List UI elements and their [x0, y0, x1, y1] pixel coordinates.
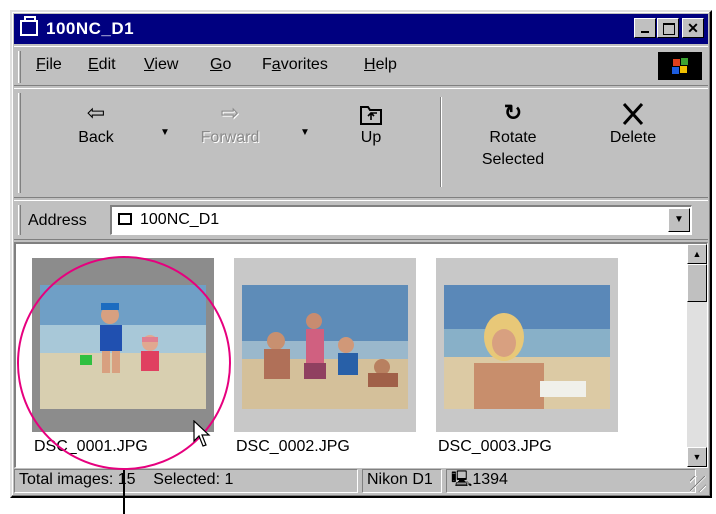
rotate-icon: ↻: [503, 100, 523, 125]
window-title: 100NC_D1: [46, 19, 135, 38]
x-delete-icon: [600, 99, 666, 127]
resize-grip[interactable]: [690, 476, 706, 492]
mouse-cursor-icon: [193, 420, 211, 447]
status-selected: Selected: 1: [153, 471, 234, 488]
photo-thumbnail: [242, 285, 408, 409]
menu-file[interactable]: File: [36, 56, 62, 74]
close-button[interactable]: ✕: [682, 18, 704, 38]
rotate-label-line1: Rotate: [489, 129, 537, 146]
address-value: 100NC_D1: [140, 211, 220, 228]
vertical-scrollbar[interactable]: ▲ ▼: [687, 244, 707, 467]
back-button[interactable]: ⇦ Back: [66, 99, 126, 149]
delete-button[interactable]: Delete: [600, 99, 666, 149]
back-dropdown-button[interactable]: ▼: [160, 127, 170, 138]
menu-help[interactable]: Help: [364, 56, 397, 74]
status-panel-info: Total images: 15 Selected: 1: [14, 469, 358, 493]
arrow-right-icon: ⇨: [220, 100, 240, 125]
scroll-down-button[interactable]: ▼: [687, 447, 707, 467]
back-label: Back: [78, 129, 114, 146]
address-grip[interactable]: [18, 205, 21, 235]
menu-grip[interactable]: [18, 51, 21, 83]
folder-up-icon: [346, 99, 396, 127]
menu-go[interactable]: Go: [210, 56, 231, 74]
forward-label: Forward: [200, 129, 260, 146]
folder-camera-icon: [20, 16, 38, 36]
delete-label: Delete: [609, 129, 657, 146]
menu-favorites[interactable]: Favorites: [262, 56, 328, 74]
file-name: DSC_0003.JPG: [438, 438, 552, 455]
status-total: Total images: 15: [19, 471, 136, 488]
title-bar[interactable]: 100NC_D1 ✕: [14, 14, 708, 44]
photo-thumbnail: [444, 285, 610, 409]
address-dropdown-button[interactable]: ▼: [668, 208, 690, 232]
forward-button[interactable]: ⇨ Forward: [190, 99, 270, 149]
toolbar: ⇦ Back ▼ ⇨ Forward ▼ Up ↻ Rotate Selecte…: [14, 88, 708, 198]
computer-icon: 🖳: [451, 471, 473, 488]
maximize-button[interactable]: [657, 18, 679, 38]
thumbnail-frame: [436, 258, 618, 432]
file-name: DSC_0002.JPG: [236, 438, 350, 455]
minimize-button[interactable]: [634, 18, 656, 38]
address-label: Address: [28, 212, 87, 229]
folder-camera-icon: [118, 213, 132, 225]
status-bar: Total images: 15 Selected: 1 Nikon D1 🖳1…: [14, 466, 708, 494]
address-bar: Address 100NC_D1 ▼: [14, 200, 708, 240]
toolbar-separator: [440, 97, 442, 187]
toolbar-grip[interactable]: [18, 93, 21, 193]
address-input[interactable]: 100NC_D1 ▼: [110, 205, 692, 235]
scroll-thumb[interactable]: [687, 264, 707, 302]
status-camera: Nikon D1: [367, 471, 433, 488]
forward-dropdown-button[interactable]: ▼: [300, 127, 310, 138]
rotate-selected-button[interactable]: ↻ Rotate Selected: [470, 99, 556, 171]
menu-view[interactable]: View: [144, 56, 178, 74]
menu-bar: File Edit View Go Favorites Help: [14, 46, 708, 86]
up-button[interactable]: Up: [346, 99, 396, 149]
callout-line: [123, 470, 125, 514]
status-port: 1394: [472, 471, 508, 488]
rotate-label-line2: Selected: [481, 151, 545, 168]
menu-edit[interactable]: Edit: [88, 56, 116, 74]
up-label: Up: [360, 129, 382, 146]
thumbnail-item[interactable]: DSC_0003.JPG: [436, 258, 618, 456]
scroll-up-button[interactable]: ▲: [687, 244, 707, 264]
arrow-left-icon: ⇦: [86, 100, 106, 125]
windows-logo-icon: [658, 52, 702, 80]
status-panel-camera: Nikon D1: [362, 469, 442, 493]
thumbnail-frame: [234, 258, 416, 432]
status-panel-port: 🖳1394: [446, 469, 696, 493]
thumbnail-item[interactable]: DSC_0002.JPG: [234, 258, 416, 456]
